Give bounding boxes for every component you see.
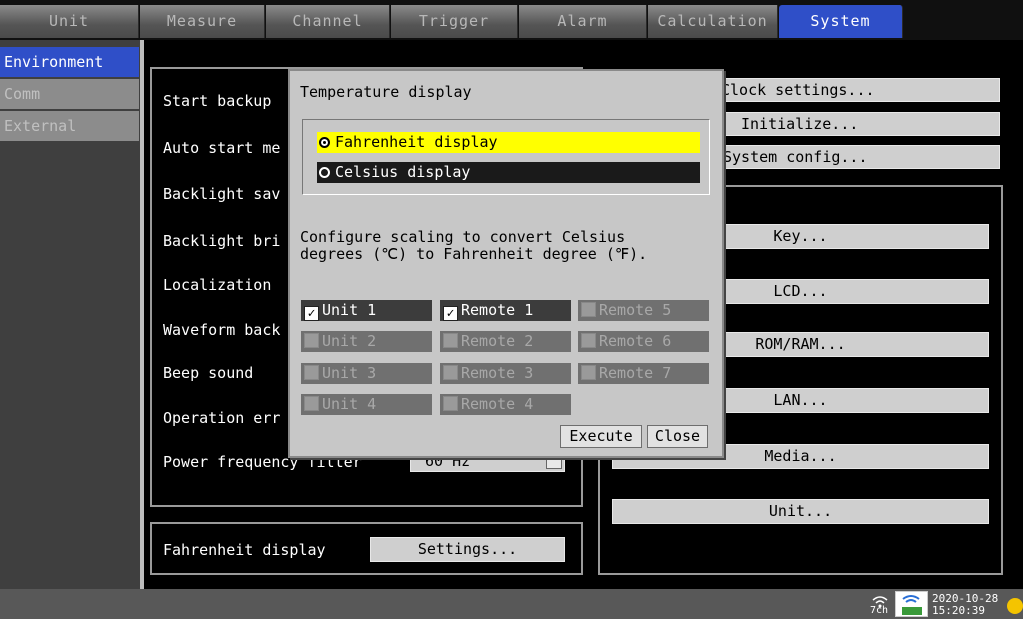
fahrenheit-display-label: Fahrenheit display	[163, 541, 326, 559]
remote-3-label: Remote 3	[461, 364, 534, 382]
checkbox-unchecked-icon	[581, 365, 596, 380]
backlight-saver-label: Backlight sav	[163, 185, 281, 203]
unit-3-label: Unit 3	[322, 364, 377, 382]
sidebar: Environment Comm External	[0, 40, 140, 589]
checkbox-unchecked-icon	[581, 302, 596, 317]
temperature-display-dialog: Temperature display Fahrenheit display C…	[288, 69, 724, 458]
tab-measure[interactable]: Measure	[140, 5, 265, 38]
start-backup-label: Start backup	[163, 92, 272, 110]
fahrenheit-radio-label: Fahrenheit display	[335, 133, 498, 151]
unit-4-checkbox[interactable]: Unit 4	[301, 394, 432, 415]
power-icon	[1007, 598, 1023, 614]
fahrenheit-radio[interactable]: Fahrenheit display	[317, 132, 700, 153]
tab-bar: Unit Measure Channel Trigger Alarm Calcu…	[0, 0, 1023, 40]
tab-system[interactable]: System	[779, 5, 903, 38]
remote-7-label: Remote 7	[599, 364, 672, 382]
sidebar-divider	[140, 40, 144, 589]
sidebar-item-external[interactable]: External	[0, 111, 139, 141]
backlight-brightness-label: Backlight bri	[163, 232, 281, 250]
screen: Unit Measure Channel Trigger Alarm Calcu…	[0, 0, 1023, 619]
tab-unit[interactable]: Unit	[0, 5, 139, 38]
remote-2-checkbox[interactable]: Remote 2	[440, 331, 571, 352]
sidebar-item-environment[interactable]: Environment	[0, 47, 139, 77]
unit-2-label: Unit 2	[322, 332, 377, 350]
localization-label: Localization	[163, 276, 272, 294]
checkbox-checked-icon: ✓	[304, 306, 319, 321]
status-time: 15:20:39	[932, 604, 985, 617]
fahrenheit-display-panel: Fahrenheit display Settings...	[150, 522, 583, 575]
remote-7-checkbox[interactable]: Remote 7	[578, 363, 709, 384]
channel-count: 7ch	[870, 605, 889, 616]
remote-4-label: Remote 4	[461, 395, 534, 413]
unit-1-label: Unit 1	[322, 301, 377, 319]
checkbox-unchecked-icon	[581, 333, 596, 348]
celsius-radio[interactable]: Celsius display	[317, 162, 700, 183]
checkbox-unchecked-icon	[304, 396, 319, 411]
checkbox-unchecked-icon	[443, 333, 458, 348]
unit-1-checkbox[interactable]: ✓ Unit 1	[301, 300, 432, 321]
remote-6-checkbox[interactable]: Remote 6	[578, 331, 709, 352]
fahrenheit-settings-button[interactable]: Settings...	[370, 537, 565, 562]
wifi-icon	[872, 593, 888, 608]
remote-1-label: Remote 1	[461, 301, 534, 319]
beep-sound-label: Beep sound	[163, 364, 254, 382]
waveform-background-label: Waveform back	[163, 321, 281, 339]
tab-calculation[interactable]: Calculation	[648, 5, 778, 38]
radio-unselected-icon	[319, 167, 330, 178]
close-button[interactable]: Close	[647, 425, 708, 448]
status-bar: 7ch 2020-10-28 15:20:39	[0, 589, 1023, 619]
tab-trigger[interactable]: Trigger	[391, 5, 518, 38]
description-line-2: degrees (℃) to Fahrenheit degree (℉).	[300, 245, 648, 263]
unit-2-checkbox[interactable]: Unit 2	[301, 331, 432, 352]
remote-5-label: Remote 5	[599, 301, 672, 319]
operation-error-label: Operation err	[163, 409, 281, 427]
checkbox-unchecked-icon	[304, 365, 319, 380]
dialog-description: Configure scaling to convert Celsius deg…	[300, 229, 647, 263]
tab-channel[interactable]: Channel	[266, 5, 390, 38]
sidebar-item-comm[interactable]: Comm	[0, 79, 139, 109]
radio-selected-icon	[319, 137, 330, 148]
remote-4-checkbox[interactable]: Remote 4	[440, 394, 571, 415]
unit-4-label: Unit 4	[322, 395, 377, 413]
unit-button[interactable]: Unit...	[612, 499, 989, 524]
checkbox-unchecked-icon	[443, 396, 458, 411]
remote-2-label: Remote 2	[461, 332, 534, 350]
dialog-title: Temperature display	[300, 83, 472, 101]
remote-6-label: Remote 6	[599, 332, 672, 350]
remote-1-checkbox[interactable]: ✓ Remote 1	[440, 300, 571, 321]
tab-alarm[interactable]: Alarm	[519, 5, 647, 38]
remote-5-checkbox[interactable]: Remote 5	[578, 300, 709, 321]
checkbox-unchecked-icon	[443, 365, 458, 380]
checkbox-unchecked-icon	[304, 333, 319, 348]
celsius-radio-label: Celsius display	[335, 163, 471, 181]
unit-3-checkbox[interactable]: Unit 3	[301, 363, 432, 384]
network-status-icon	[895, 591, 928, 617]
description-line-1: Configure scaling to convert Celsius	[300, 228, 626, 246]
auto-start-label: Auto start me	[163, 139, 281, 157]
temperature-unit-radio-group: Fahrenheit display Celsius display	[302, 119, 710, 195]
remote-3-checkbox[interactable]: Remote 3	[440, 363, 571, 384]
execute-button[interactable]: Execute	[560, 425, 642, 448]
checkbox-checked-icon: ✓	[443, 306, 458, 321]
